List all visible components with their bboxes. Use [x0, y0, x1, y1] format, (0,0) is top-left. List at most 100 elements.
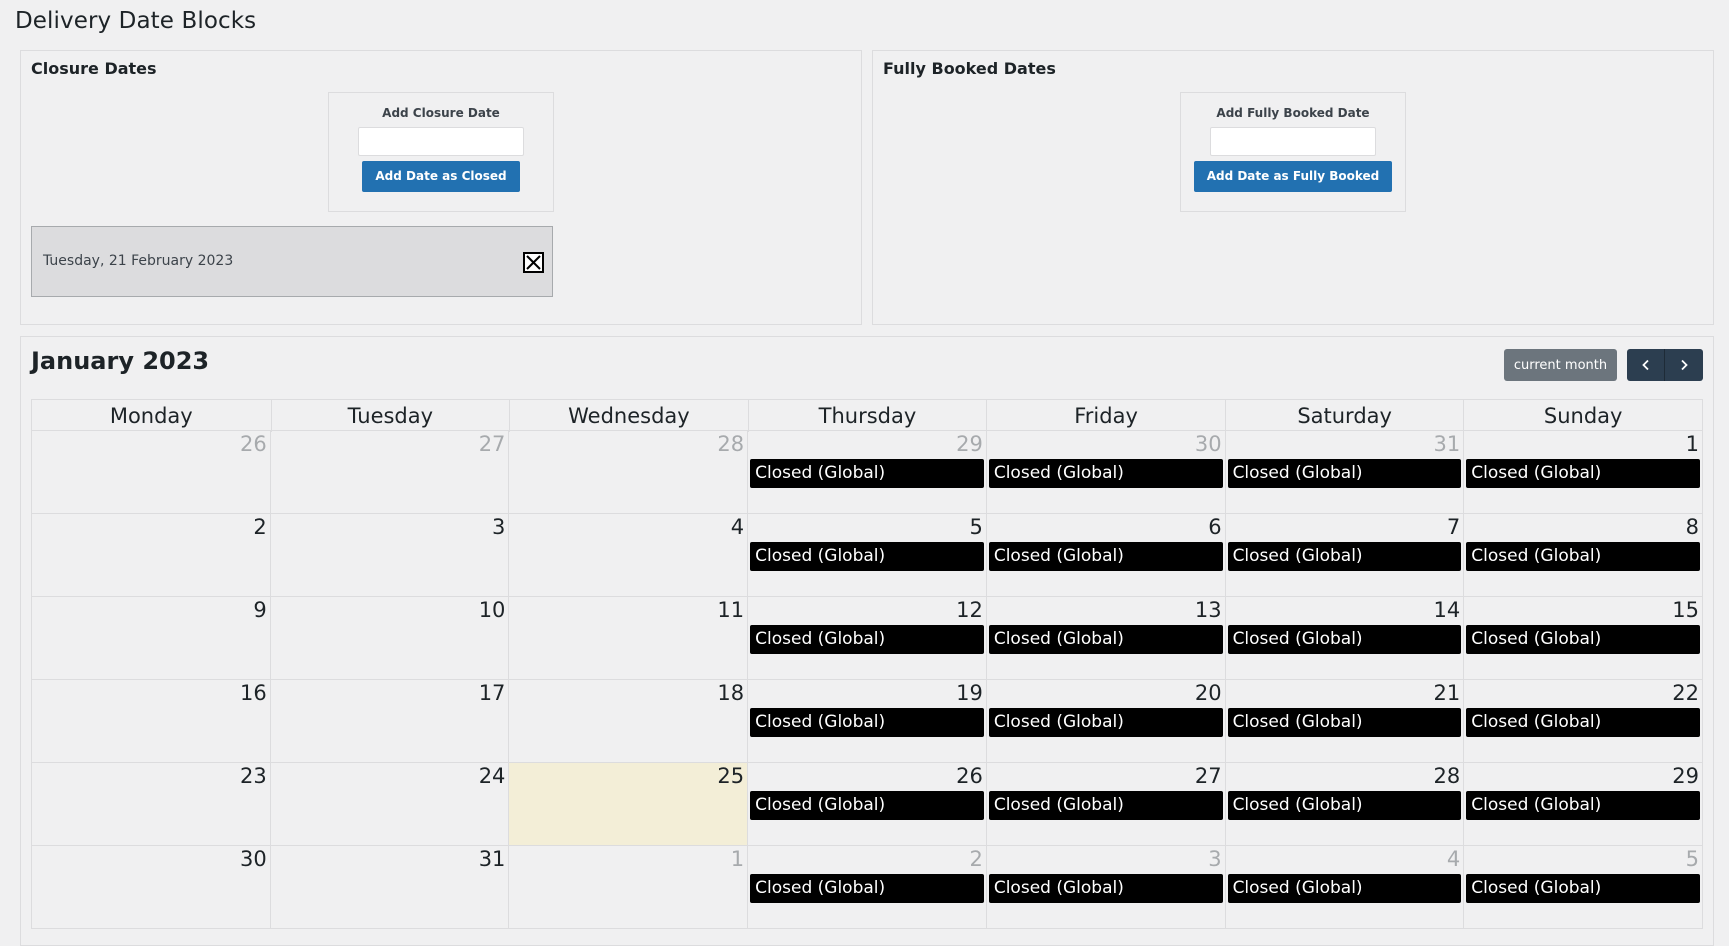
day-number[interactable]: 12: [956, 598, 983, 622]
calendar-day-cell[interactable]: 29 Closed (Global): [748, 431, 987, 514]
calendar-day-cell[interactable]: 18: [509, 680, 749, 763]
calendar-event[interactable]: Closed (Global): [1227, 542, 1462, 571]
add-date-as-closed-button[interactable]: Add Date as Closed: [362, 161, 520, 192]
calendar-event[interactable]: Closed (Global): [988, 625, 1223, 654]
calendar-day-cell[interactable]: 24: [270, 763, 510, 846]
calendar-event[interactable]: Closed (Global): [1466, 625, 1700, 654]
calendar-event[interactable]: Closed (Global): [1227, 791, 1462, 820]
calendar-event[interactable]: Closed (Global): [750, 625, 984, 654]
day-number[interactable]: 27: [1195, 764, 1222, 788]
calendar-day-cell[interactable]: 1 Closed (Global): [1464, 431, 1703, 514]
current-month-button[interactable]: current month: [1504, 349, 1617, 381]
day-number[interactable]: 2: [253, 515, 266, 539]
day-number[interactable]: 21: [1434, 681, 1461, 705]
day-number[interactable]: 1: [731, 847, 744, 871]
calendar-day-cell[interactable]: 3 Closed (Global): [986, 846, 1226, 929]
calendar-event[interactable]: Closed (Global): [988, 708, 1223, 737]
calendar-day-cell[interactable]: 26 Closed (Global): [748, 763, 987, 846]
calendar-day-cell[interactable]: 23: [32, 763, 271, 846]
day-number[interactable]: 27: [479, 432, 506, 456]
calendar-day-cell[interactable]: 16: [32, 680, 271, 763]
calendar-event[interactable]: Closed (Global): [1227, 459, 1462, 488]
day-number[interactable]: 25: [717, 764, 744, 788]
add-date-as-fully-booked-button[interactable]: Add Date as Fully Booked: [1193, 161, 1393, 192]
calendar-event[interactable]: Closed (Global): [988, 459, 1223, 488]
calendar-event[interactable]: Closed (Global): [988, 874, 1223, 903]
day-number[interactable]: 4: [731, 515, 744, 539]
day-number[interactable]: 30: [240, 847, 267, 871]
day-number[interactable]: 24: [479, 764, 506, 788]
calendar-day-cell[interactable]: 26: [32, 431, 271, 514]
calendar-event[interactable]: Closed (Global): [1227, 708, 1462, 737]
calendar-day-cell[interactable]: 31 Closed (Global): [1225, 431, 1465, 514]
day-number[interactable]: 31: [479, 847, 506, 871]
day-number[interactable]: 23: [240, 764, 267, 788]
calendar-day-cell[interactable]: 28: [509, 431, 749, 514]
day-number[interactable]: 6: [1208, 515, 1221, 539]
day-number[interactable]: 22: [1672, 681, 1699, 705]
day-number[interactable]: 31: [1434, 432, 1461, 456]
day-number[interactable]: 8: [1686, 515, 1699, 539]
day-number[interactable]: 28: [717, 432, 744, 456]
calendar-day-cell[interactable]: 4 Closed (Global): [1225, 846, 1465, 929]
calendar-day-cell[interactable]: 5 Closed (Global): [748, 514, 987, 597]
calendar-event[interactable]: Closed (Global): [1227, 625, 1462, 654]
day-number[interactable]: 28: [1434, 764, 1461, 788]
calendar-day-cell[interactable]: 28 Closed (Global): [1225, 763, 1465, 846]
calendar-day-cell[interactable]: 11: [509, 597, 749, 680]
day-number[interactable]: 15: [1672, 598, 1699, 622]
calendar-day-cell[interactable]: 27 Closed (Global): [986, 763, 1226, 846]
next-month-button[interactable]: [1665, 349, 1703, 381]
day-number[interactable]: 9: [253, 598, 266, 622]
calendar-day-cell[interactable]: 6 Closed (Global): [986, 514, 1226, 597]
day-number[interactable]: 26: [956, 764, 983, 788]
calendar-event[interactable]: Closed (Global): [988, 542, 1223, 571]
day-number[interactable]: 4: [1447, 847, 1460, 871]
calendar-event[interactable]: Closed (Global): [750, 708, 984, 737]
remove-closure-date-button[interactable]: [523, 252, 544, 273]
calendar-day-cell[interactable]: 14 Closed (Global): [1225, 597, 1465, 680]
day-number[interactable]: 17: [479, 681, 506, 705]
closure-date-input[interactable]: [358, 127, 524, 156]
calendar-day-cell[interactable]: 8 Closed (Global): [1464, 514, 1703, 597]
calendar-day-cell[interactable]: 15 Closed (Global): [1464, 597, 1703, 680]
day-number[interactable]: 2: [969, 847, 982, 871]
calendar-event[interactable]: Closed (Global): [750, 874, 984, 903]
calendar-day-cell[interactable]: 13 Closed (Global): [986, 597, 1226, 680]
calendar-day-cell[interactable]: 9: [32, 597, 271, 680]
calendar-day-cell[interactable]: 17: [270, 680, 510, 763]
calendar-day-cell[interactable]: 27: [270, 431, 510, 514]
calendar-event[interactable]: Closed (Global): [988, 791, 1223, 820]
day-number[interactable]: 7: [1447, 515, 1460, 539]
day-number[interactable]: 29: [1672, 764, 1699, 788]
day-number[interactable]: 16: [240, 681, 267, 705]
fully-booked-date-input[interactable]: [1210, 127, 1376, 156]
calendar-day-cell[interactable]: 4: [509, 514, 749, 597]
day-number[interactable]: 26: [240, 432, 267, 456]
calendar-day-cell[interactable]: 29 Closed (Global): [1464, 763, 1703, 846]
day-number[interactable]: 18: [717, 681, 744, 705]
day-number[interactable]: 30: [1195, 432, 1222, 456]
calendar-event[interactable]: Closed (Global): [750, 791, 984, 820]
calendar-event[interactable]: Closed (Global): [1227, 874, 1462, 903]
calendar-day-cell[interactable]: 30 Closed (Global): [986, 431, 1226, 514]
calendar-event[interactable]: Closed (Global): [1466, 874, 1700, 903]
day-number[interactable]: 11: [717, 598, 744, 622]
day-number[interactable]: 13: [1195, 598, 1222, 622]
calendar-day-cell[interactable]: 19 Closed (Global): [748, 680, 987, 763]
calendar-day-cell[interactable]: 10: [270, 597, 510, 680]
day-number[interactable]: 14: [1434, 598, 1461, 622]
calendar-day-cell[interactable]: 2: [32, 514, 271, 597]
day-number[interactable]: 20: [1195, 681, 1222, 705]
day-number[interactable]: 1: [1686, 432, 1699, 456]
calendar-event[interactable]: Closed (Global): [1466, 791, 1700, 820]
calendar-event[interactable]: Closed (Global): [1466, 708, 1700, 737]
day-number[interactable]: 3: [492, 515, 505, 539]
calendar-day-cell[interactable]: 5 Closed (Global): [1464, 846, 1703, 929]
day-number[interactable]: 29: [956, 432, 983, 456]
calendar-event[interactable]: Closed (Global): [750, 459, 984, 488]
calendar-day-cell[interactable]: 21 Closed (Global): [1225, 680, 1465, 763]
previous-month-button[interactable]: [1627, 349, 1665, 381]
calendar-day-cell[interactable]: 3: [270, 514, 510, 597]
calendar-day-cell[interactable]: 22 Closed (Global): [1464, 680, 1703, 763]
